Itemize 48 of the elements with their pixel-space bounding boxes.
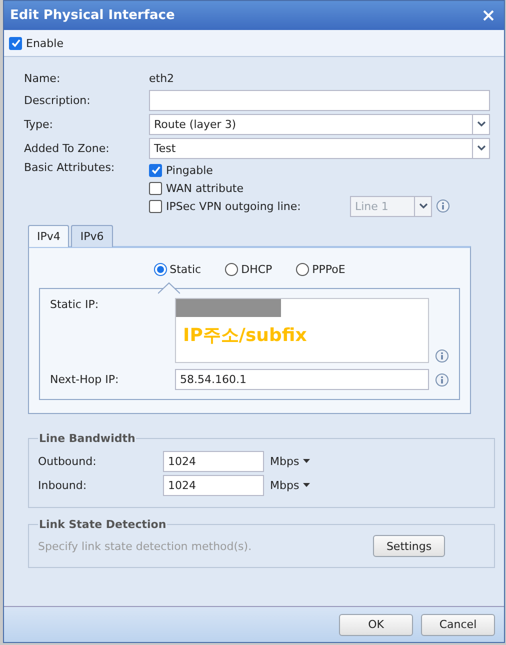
unit-dropdown[interactable]: Mbps [264, 478, 485, 492]
annotation-text: IP주소/subfix [182, 324, 308, 347]
radio-button[interactable] [154, 262, 167, 276]
checkbox[interactable] [9, 36, 22, 50]
field-label: Outbound: [38, 454, 98, 468]
checkbox[interactable] [149, 164, 162, 176]
field-label: Inbound: [38, 478, 88, 492]
info-icon[interactable] [435, 349, 449, 363]
checkbox-label: Enable [26, 36, 64, 50]
field-label: Type: [24, 118, 54, 130]
radio-button[interactable] [296, 262, 310, 276]
zone-dropdown[interactable]: Test [149, 138, 490, 158]
caret-icon [303, 483, 310, 487]
unit-dropdown[interactable]: Mbps [264, 454, 485, 468]
hint-text: Specify link state detection method(s). [38, 540, 252, 552]
description-field[interactable] [149, 90, 490, 110]
checkbox-label: WAN attribute [166, 182, 244, 194]
name-value: eth2 [149, 72, 176, 84]
ok-button[interactable]: OK [339, 614, 413, 636]
radio-label: Static [170, 262, 202, 276]
cancel-button[interactable]: Cancel [421, 614, 495, 636]
field-label: Static IP: [50, 298, 100, 311]
bandwidth-field[interactable]: 1024 [163, 450, 264, 472]
info-icon[interactable] [436, 199, 450, 213]
field-label: Added To Zone: [24, 142, 110, 154]
settings-button[interactable]: Settings [373, 535, 445, 557]
tab[interactable]: IPv4 [28, 225, 70, 247]
window-title: Edit Physical Interface [10, 8, 175, 23]
field-label: Basic Attributes: [24, 161, 116, 174]
group-title: Link State Detection [38, 518, 168, 531]
field-label: Description: [24, 94, 92, 106]
radio-button[interactable] [225, 262, 238, 276]
field-label: Name: [24, 72, 62, 84]
radio-label: DHCP [241, 262, 272, 276]
checkbox-label: IPSec VPN outgoing line: [166, 200, 302, 212]
next-hop-field[interactable]: 58.54.160.1 [175, 369, 429, 390]
group-title: Line Bandwidth [38, 432, 136, 445]
checkbox-label: Pingable [166, 164, 213, 176]
field-label: Next-Hop IP: [50, 373, 120, 386]
tab[interactable]: IPv6 [71, 225, 113, 247]
caret-icon [303, 459, 310, 463]
bandwidth-field[interactable]: 1024 [163, 474, 264, 496]
checkbox[interactable] [149, 200, 162, 212]
checkbox[interactable] [149, 182, 162, 194]
info-icon[interactable] [435, 372, 449, 386]
type-dropdown[interactable]: Route (layer 3) [149, 114, 490, 134]
close-icon[interactable] [483, 10, 494, 21]
radio-label: PPPoE [312, 262, 346, 276]
